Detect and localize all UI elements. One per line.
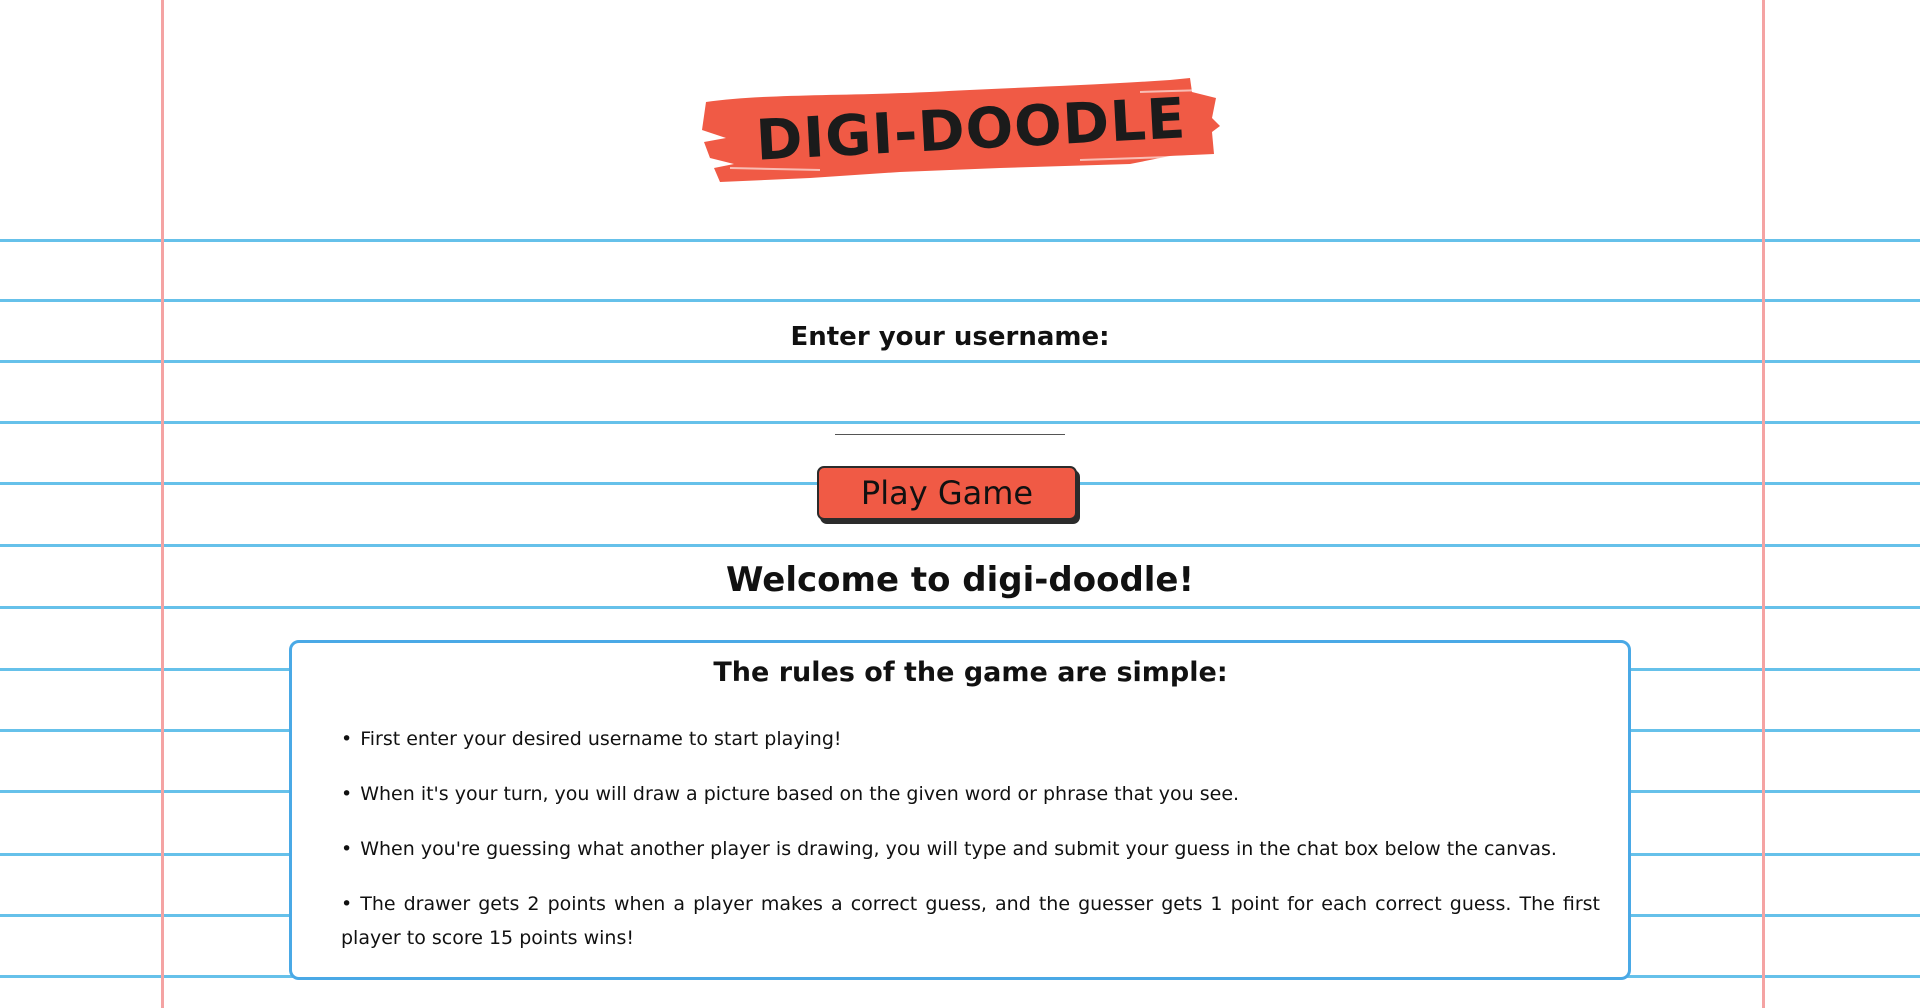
app-logo: DIGI-DOODLE xyxy=(700,72,1222,188)
ruled-line xyxy=(0,299,1920,302)
rule-item: First enter your desired username to sta… xyxy=(341,722,1600,756)
ruled-line xyxy=(0,544,1920,547)
rule-item: The drawer gets 2 points when a player m… xyxy=(341,887,1600,955)
rule-item: When you're guessing what another player… xyxy=(341,832,1600,866)
ruled-line xyxy=(0,239,1920,242)
welcome-heading: Welcome to digi-doodle! xyxy=(726,560,1194,600)
right-margin-line xyxy=(1762,0,1765,1008)
rule-item: When it's your turn, you will draw a pic… xyxy=(341,777,1600,811)
left-margin-line xyxy=(161,0,164,1008)
play-game-button[interactable]: Play Game xyxy=(817,466,1077,520)
ruled-line xyxy=(0,606,1920,609)
rules-list: First enter your desired username to sta… xyxy=(341,722,1600,955)
username-input[interactable] xyxy=(835,400,1065,435)
ruled-line xyxy=(0,360,1920,363)
username-label: Enter your username: xyxy=(790,322,1110,352)
rules-title: The rules of the game are simple: xyxy=(713,657,1228,688)
rules-panel: The rules of the game are simple: First … xyxy=(289,640,1631,980)
